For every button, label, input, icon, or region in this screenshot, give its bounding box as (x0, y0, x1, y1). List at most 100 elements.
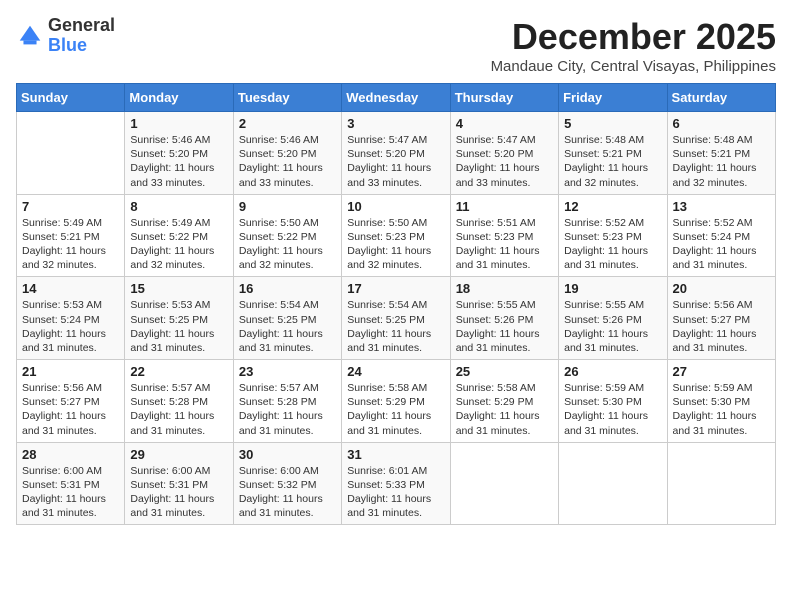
day-number: 22 (130, 364, 227, 379)
calendar-cell: 9 Sunrise: 5:50 AM Sunset: 5:22 PM Daylig… (233, 194, 341, 277)
calendar-cell: 17 Sunrise: 5:54 AM Sunset: 5:25 PM Dayli… (342, 277, 450, 360)
weekday-header: Saturday (667, 84, 775, 112)
day-info: Sunrise: 5:54 AM Sunset: 5:25 PM Dayligh… (347, 298, 444, 355)
day-info: Sunrise: 5:46 AM Sunset: 5:20 PM Dayligh… (239, 133, 336, 190)
calendar-cell (450, 442, 558, 525)
calendar-week-row: 28 Sunrise: 6:00 AM Sunset: 5:31 PM Dayli… (17, 442, 776, 525)
day-number: 1 (130, 116, 227, 131)
day-number: 27 (673, 364, 770, 379)
calendar-cell: 8 Sunrise: 5:49 AM Sunset: 5:22 PM Daylig… (125, 194, 233, 277)
logo-icon (16, 22, 44, 50)
calendar-cell: 15 Sunrise: 5:53 AM Sunset: 5:25 PM Dayli… (125, 277, 233, 360)
location: Mandaue City, Central Visayas, Philippin… (491, 58, 776, 75)
calendar-cell: 6 Sunrise: 5:48 AM Sunset: 5:21 PM Daylig… (667, 112, 775, 195)
day-number: 28 (22, 447, 119, 462)
weekday-header: Wednesday (342, 84, 450, 112)
day-number: 20 (673, 281, 770, 296)
weekday-header: Friday (559, 84, 667, 112)
calendar-cell: 21 Sunrise: 5:56 AM Sunset: 5:27 PM Dayli… (17, 360, 125, 443)
calendar-cell: 26Sunrise: 5:59 AM Sunset: 5:30 PM Dayli… (559, 360, 667, 443)
day-info: Sunrise: 6:00 AM Sunset: 5:31 PM Dayligh… (22, 464, 119, 521)
day-info: Sunrise: 6:00 AM Sunset: 5:31 PM Dayligh… (130, 464, 227, 521)
calendar-header: SundayMondayTuesdayWednesdayThursdayFrid… (17, 84, 776, 112)
day-number: 12 (564, 199, 661, 214)
day-number: 31 (347, 447, 444, 462)
calendar-cell: 25Sunrise: 5:58 AM Sunset: 5:29 PM Dayli… (450, 360, 558, 443)
day-info: Sunrise: 5:58 AM Sunset: 5:29 PM Dayligh… (347, 381, 444, 438)
calendar-cell: 20 Sunrise: 5:56 AM Sunset: 5:27 PM Dayli… (667, 277, 775, 360)
weekday-header: Thursday (450, 84, 558, 112)
calendar-cell: 5Sunrise: 5:48 AM Sunset: 5:21 PM Daylig… (559, 112, 667, 195)
calendar-cell: 31 Sunrise: 6:01 AM Sunset: 5:33 PM Dayli… (342, 442, 450, 525)
calendar-cell: 3 Sunrise: 5:47 AM Sunset: 5:20 PM Daylig… (342, 112, 450, 195)
day-number: 14 (22, 281, 119, 296)
calendar-cell: 23 Sunrise: 5:57 AM Sunset: 5:28 PM Dayli… (233, 360, 341, 443)
calendar-cell: 10 Sunrise: 5:50 AM Sunset: 5:23 PM Dayli… (342, 194, 450, 277)
day-info: Sunrise: 5:47 AM Sunset: 5:20 PM Dayligh… (456, 133, 553, 190)
day-info: Sunrise: 5:56 AM Sunset: 5:27 PM Dayligh… (22, 381, 119, 438)
calendar-cell: 12 Sunrise: 5:52 AM Sunset: 5:23 PM Dayli… (559, 194, 667, 277)
day-number: 10 (347, 199, 444, 214)
calendar-cell: 19 Sunrise: 5:55 AM Sunset: 5:26 PM Dayli… (559, 277, 667, 360)
calendar-cell: 14Sunrise: 5:53 AM Sunset: 5:24 PM Dayli… (17, 277, 125, 360)
day-number: 6 (673, 116, 770, 131)
calendar-week-row: 14Sunrise: 5:53 AM Sunset: 5:24 PM Dayli… (17, 277, 776, 360)
day-info: Sunrise: 5:50 AM Sunset: 5:22 PM Dayligh… (239, 216, 336, 273)
calendar-cell: 22 Sunrise: 5:57 AM Sunset: 5:28 PM Dayli… (125, 360, 233, 443)
day-info: Sunrise: 5:52 AM Sunset: 5:23 PM Dayligh… (564, 216, 661, 273)
day-info: Sunrise: 5:49 AM Sunset: 5:22 PM Dayligh… (130, 216, 227, 273)
calendar-cell: 29Sunrise: 6:00 AM Sunset: 5:31 PM Dayli… (125, 442, 233, 525)
day-info: Sunrise: 5:51 AM Sunset: 5:23 PM Dayligh… (456, 216, 553, 273)
calendar-cell (667, 442, 775, 525)
day-number: 5 (564, 116, 661, 131)
weekday-header-row: SundayMondayTuesdayWednesdayThursdayFrid… (17, 84, 776, 112)
day-number: 4 (456, 116, 553, 131)
calendar-table: SundayMondayTuesdayWednesdayThursdayFrid… (16, 83, 776, 525)
weekday-header: Monday (125, 84, 233, 112)
day-info: Sunrise: 5:59 AM Sunset: 5:30 PM Dayligh… (673, 381, 770, 438)
title-block: December 2025 Mandaue City, Central Visa… (491, 16, 776, 75)
weekday-header: Tuesday (233, 84, 341, 112)
logo-text: General Blue (48, 16, 115, 56)
day-info: Sunrise: 5:56 AM Sunset: 5:27 PM Dayligh… (673, 298, 770, 355)
calendar-cell: 28 Sunrise: 6:00 AM Sunset: 5:31 PM Dayli… (17, 442, 125, 525)
day-number: 17 (347, 281, 444, 296)
logo: General Blue (16, 16, 115, 56)
day-number: 3 (347, 116, 444, 131)
day-number: 9 (239, 199, 336, 214)
day-info: Sunrise: 5:57 AM Sunset: 5:28 PM Dayligh… (130, 381, 227, 438)
calendar-cell: 4 Sunrise: 5:47 AM Sunset: 5:20 PM Daylig… (450, 112, 558, 195)
calendar-cell: 18Sunrise: 5:55 AM Sunset: 5:26 PM Dayli… (450, 277, 558, 360)
day-number: 8 (130, 199, 227, 214)
day-number: 11 (456, 199, 553, 214)
day-info: Sunrise: 6:01 AM Sunset: 5:33 PM Dayligh… (347, 464, 444, 521)
day-number: 30 (239, 447, 336, 462)
calendar-cell: 7Sunrise: 5:49 AM Sunset: 5:21 PM Daylig… (17, 194, 125, 277)
calendar-cell: 2 Sunrise: 5:46 AM Sunset: 5:20 PM Daylig… (233, 112, 341, 195)
day-number: 2 (239, 116, 336, 131)
day-info: Sunrise: 5:53 AM Sunset: 5:25 PM Dayligh… (130, 298, 227, 355)
day-number: 18 (456, 281, 553, 296)
weekday-header: Sunday (17, 84, 125, 112)
month-title: December 2025 (491, 16, 776, 58)
day-number: 15 (130, 281, 227, 296)
day-info: Sunrise: 5:57 AM Sunset: 5:28 PM Dayligh… (239, 381, 336, 438)
calendar-cell (17, 112, 125, 195)
calendar-week-row: 7Sunrise: 5:49 AM Sunset: 5:21 PM Daylig… (17, 194, 776, 277)
day-info: Sunrise: 5:52 AM Sunset: 5:24 PM Dayligh… (673, 216, 770, 273)
day-info: Sunrise: 5:47 AM Sunset: 5:20 PM Dayligh… (347, 133, 444, 190)
day-info: Sunrise: 5:50 AM Sunset: 5:23 PM Dayligh… (347, 216, 444, 273)
day-number: 21 (22, 364, 119, 379)
day-info: Sunrise: 5:48 AM Sunset: 5:21 PM Dayligh… (673, 133, 770, 190)
day-number: 13 (673, 199, 770, 214)
day-info: Sunrise: 5:55 AM Sunset: 5:26 PM Dayligh… (564, 298, 661, 355)
day-number: 23 (239, 364, 336, 379)
day-number: 19 (564, 281, 661, 296)
calendar-cell: 27 Sunrise: 5:59 AM Sunset: 5:30 PM Dayli… (667, 360, 775, 443)
day-info: Sunrise: 6:00 AM Sunset: 5:32 PM Dayligh… (239, 464, 336, 521)
logo-general: General (48, 15, 115, 35)
calendar-cell: 30 Sunrise: 6:00 AM Sunset: 5:32 PM Dayli… (233, 442, 341, 525)
calendar-cell: 11 Sunrise: 5:51 AM Sunset: 5:23 PM Dayli… (450, 194, 558, 277)
day-info: Sunrise: 5:49 AM Sunset: 5:21 PM Dayligh… (22, 216, 119, 273)
calendar-cell: 16Sunrise: 5:54 AM Sunset: 5:25 PM Dayli… (233, 277, 341, 360)
